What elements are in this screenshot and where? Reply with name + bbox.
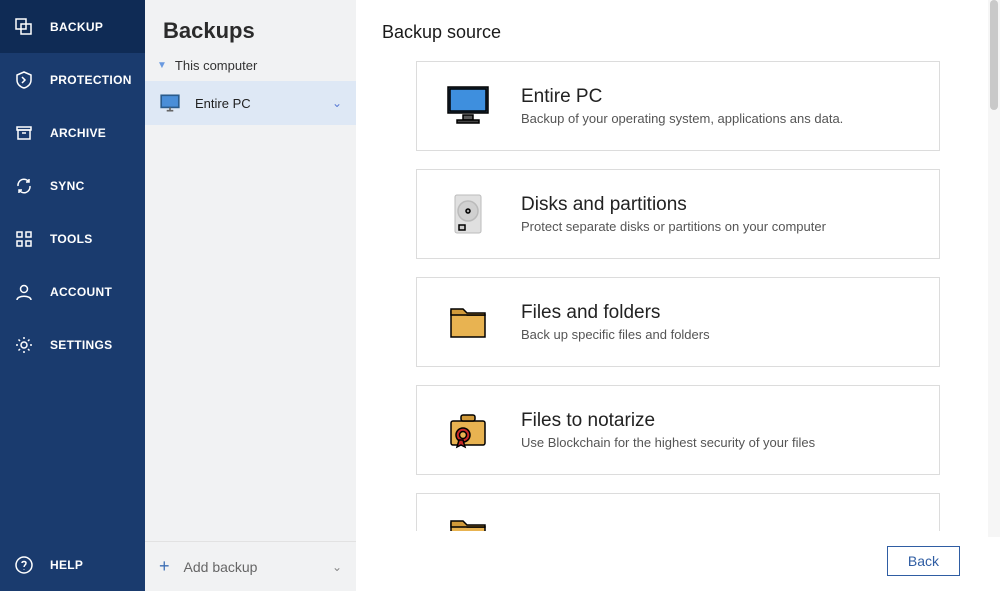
- nav-label: SYNC: [50, 179, 85, 193]
- folder-icon: [443, 516, 493, 531]
- nav-label: SETTINGS: [50, 338, 112, 352]
- monitor-icon: [159, 92, 181, 114]
- add-backup-button[interactable]: + Add backup ⌄: [145, 541, 356, 591]
- source-maize[interactable]: MAIZE: [416, 493, 940, 531]
- nav-account[interactable]: ACCOUNT: [0, 265, 145, 318]
- panel-group-label: This computer: [175, 58, 257, 73]
- source-desc: Backup of your operating system, applica…: [521, 111, 843, 126]
- source-desc: Use Blockchain for the highest security …: [521, 435, 815, 450]
- nav-protection[interactable]: PROTECTION: [0, 53, 145, 106]
- source-files-folders[interactable]: Files and folders Back up specific files…: [416, 277, 940, 367]
- source-title: Files and folders: [521, 302, 710, 324]
- nav-label: TOOLS: [50, 232, 93, 246]
- source-title: Files to notarize: [521, 410, 815, 432]
- grid-icon: [14, 229, 34, 249]
- source-notarize[interactable]: Files to notarize Use Blockchain for the…: [416, 385, 940, 475]
- main-title: Backup source: [382, 22, 974, 43]
- nav-label: BACKUP: [50, 20, 103, 34]
- nav-tools[interactable]: TOOLS: [0, 212, 145, 265]
- gear-icon: [14, 335, 34, 355]
- hdd-icon: [443, 189, 493, 239]
- nav-archive[interactable]: ARCHIVE: [0, 106, 145, 159]
- nav-label: PROTECTION: [50, 73, 132, 87]
- plus-icon: +: [159, 556, 170, 577]
- source-desc: Protect separate disks or partitions on …: [521, 219, 826, 234]
- help-icon: [14, 555, 34, 575]
- user-icon: [14, 282, 34, 302]
- monitor-icon: [443, 81, 493, 131]
- backup-icon: [14, 17, 34, 37]
- chevron-down-icon: ⌄: [332, 560, 342, 574]
- scrollbar-track[interactable]: [988, 0, 1000, 537]
- chevron-down-icon: ⌄: [332, 96, 342, 110]
- sidebar-nav: BACKUP PROTECTION ARCHIVE SYNC TOOLS ACC…: [0, 0, 145, 591]
- briefcase-seal-icon: [443, 405, 493, 455]
- sync-icon: [14, 176, 34, 196]
- source-list: Entire PC Backup of your operating syste…: [382, 61, 974, 531]
- back-button[interactable]: Back: [887, 546, 960, 576]
- nav-settings[interactable]: SETTINGS: [0, 318, 145, 371]
- scrollbar-thumb[interactable]: [990, 0, 998, 110]
- source-entire-pc[interactable]: Entire PC Backup of your operating syste…: [416, 61, 940, 151]
- nav-sync[interactable]: SYNC: [0, 159, 145, 212]
- nav-help[interactable]: HELP: [0, 538, 145, 591]
- shield-icon: [14, 70, 34, 90]
- archive-icon: [14, 123, 34, 143]
- source-desc: Back up specific files and folders: [521, 327, 710, 342]
- nav-label: ARCHIVE: [50, 126, 106, 140]
- folder-icon: [443, 297, 493, 347]
- bottom-bar: Back: [382, 531, 974, 591]
- source-title: Entire PC: [521, 86, 843, 108]
- main-content: Backup source Entire PC Backup of your o…: [356, 0, 1000, 591]
- nav-label: ACCOUNT: [50, 285, 112, 299]
- backup-item-entire-pc[interactable]: Entire PC ⌄: [145, 81, 356, 125]
- nav-backup[interactable]: BACKUP: [0, 0, 145, 53]
- add-backup-label: Add backup: [184, 559, 258, 575]
- collapse-icon: ▼: [157, 60, 167, 71]
- panel-group[interactable]: ▼ This computer: [145, 48, 356, 81]
- backups-panel: Backups ▼ This computer Entire PC ⌄ + Ad…: [145, 0, 356, 591]
- nav-label: HELP: [50, 558, 83, 572]
- backup-item-label: Entire PC: [195, 96, 251, 111]
- source-title: MAIZE: [521, 507, 593, 531]
- source-title: Disks and partitions: [521, 194, 826, 216]
- source-disks[interactable]: Disks and partitions Protect separate di…: [416, 169, 940, 259]
- panel-title: Backups: [145, 0, 356, 48]
